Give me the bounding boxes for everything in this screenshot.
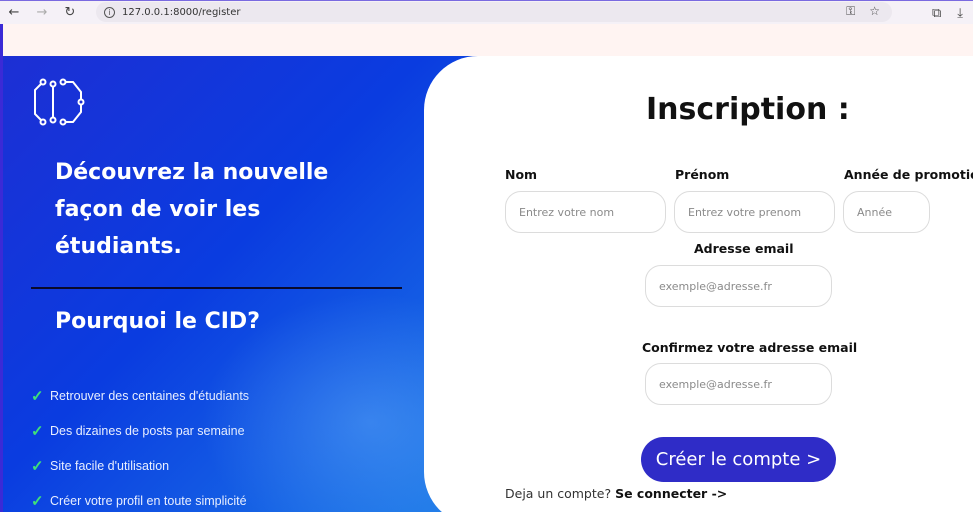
divider: [31, 287, 402, 289]
check-icon: ✓: [31, 492, 44, 510]
login-prompt: Deja un compte? Se connecter ->: [505, 486, 727, 501]
email-label: Adresse email: [694, 241, 794, 256]
nom-input[interactable]: [505, 191, 666, 233]
back-icon[interactable]: ←: [0, 2, 28, 24]
promo-panel: Découvrez la nouvelle façon de voir les …: [0, 56, 480, 512]
hero-headline: Découvrez la nouvelle façon de voir les …: [55, 160, 329, 259]
form-title: Inscription :: [646, 92, 850, 127]
login-link[interactable]: Se connecter ->: [615, 486, 727, 501]
feature-item: ✓ Site facile d'utilisation: [31, 448, 249, 483]
check-icon: ✓: [31, 422, 44, 440]
feature-item: ✓ Des dizaines de posts par semaine: [31, 413, 249, 448]
login-prompt-text: Deja un compte?: [505, 486, 612, 501]
feature-text: Site facile d'utilisation: [50, 458, 170, 473]
check-icon: ✓: [31, 457, 44, 475]
why-title: Pourquoi le CID?: [55, 309, 260, 334]
page-top-band: [0, 24, 973, 56]
feature-text: Créer votre profil en toute simplicité: [50, 493, 247, 508]
forward-icon[interactable]: →: [28, 2, 56, 24]
create-account-button[interactable]: Créer le compte >: [641, 437, 836, 482]
prenom-label: Prénom: [675, 167, 730, 182]
address-bar[interactable]: i 127.0.0.1:8000/register ⚿ ☆: [96, 2, 892, 22]
key-icon[interactable]: ⚿: [846, 4, 855, 19]
extensions-icon[interactable]: ⧉: [932, 6, 941, 21]
email-input[interactable]: [645, 265, 832, 307]
check-icon: ✓: [31, 387, 44, 405]
confirm-email-label: Confirmez votre adresse email: [642, 340, 858, 355]
download-icon[interactable]: ⤓: [957, 6, 963, 21]
feature-item: ✓ Retrouver des centaines d'étudiants: [31, 378, 249, 413]
annee-input[interactable]: [843, 191, 930, 233]
feature-text: Retrouver des centaines d'étudiants: [50, 388, 250, 403]
prenom-input[interactable]: [674, 191, 835, 233]
nom-label: Nom: [505, 167, 538, 182]
bookmark-star-icon[interactable]: ☆: [869, 4, 880, 19]
site-info-icon[interactable]: i: [104, 6, 115, 18]
feature-list: ✓ Retrouver des centaines d'étudiants ✓ De…: [31, 378, 249, 512]
feature-text: Des dizaines de posts par semaine: [50, 423, 245, 438]
url-text: 127.0.0.1:8000/register: [122, 6, 241, 18]
feature-item: ✓ Créer votre profil en toute simplicité: [31, 483, 249, 512]
browser-toolbar: ← → ↻ i 127.0.0.1:8000/register ⚿ ☆ ⧉ ⤓: [0, 0, 973, 24]
cid-logo: [34, 78, 85, 126]
reload-icon[interactable]: ↻: [56, 2, 84, 24]
confirm-email-input[interactable]: [645, 363, 832, 405]
annee-label: Année de promotion: [844, 167, 973, 182]
